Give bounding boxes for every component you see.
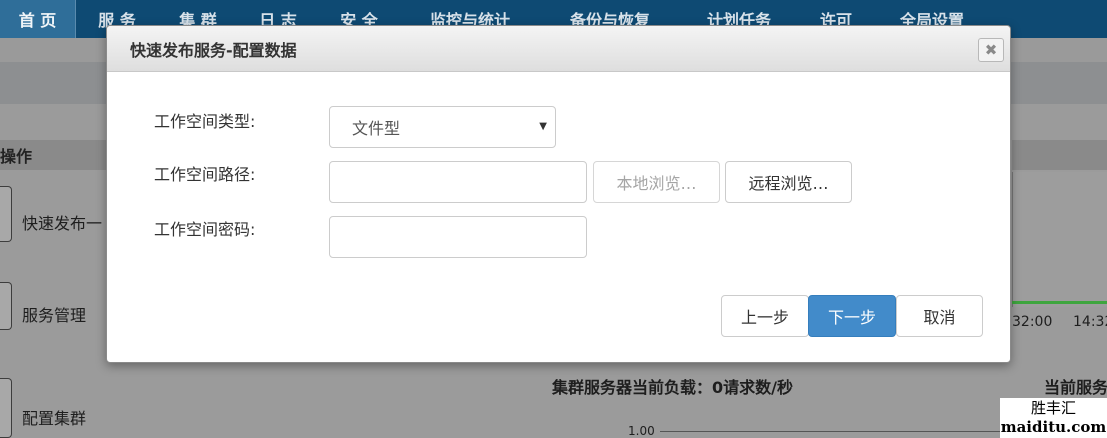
- operations-header: 操作: [0, 140, 106, 170]
- chart-tick-label: 32:00: [1012, 314, 1053, 330]
- remote-browse-button[interactable]: 远程浏览…: [725, 161, 852, 203]
- prev-step-button[interactable]: 上一步: [721, 295, 809, 337]
- close-button[interactable]: ✖: [978, 38, 1004, 62]
- watermark-text: 胜丰汇: [1030, 399, 1076, 417]
- workspace-password-input[interactable]: [329, 216, 587, 258]
- service-management-icon[interactable]: [0, 282, 12, 330]
- local-browse-button[interactable]: 本地浏览…: [593, 161, 720, 203]
- quick-publish-dialog: 快速发布服务-配置数据 ✖ 工作空间类型: 文件型 ▼ 工作空间路径: 本地浏览…: [106, 25, 1011, 363]
- workspace-type-select[interactable]: 文件型 ▼: [329, 106, 556, 148]
- request-chart: [1012, 172, 1107, 307]
- workspace-path-label: 工作空间路径:: [154, 165, 256, 184]
- right-panel-header: [1012, 140, 1107, 170]
- chart-axis-label: 1.00: [628, 424, 655, 438]
- sidebar-item-service-management[interactable]: 服务管理: [22, 302, 86, 326]
- chart-axis-line: [660, 431, 1010, 432]
- quick-publish-icon[interactable]: [0, 186, 12, 242]
- close-icon: ✖: [984, 40, 998, 59]
- dialog-header: 快速发布服务-配置数据 ✖: [107, 26, 1010, 72]
- sidebar-item-quick-publish[interactable]: 快速发布一: [22, 210, 102, 234]
- next-step-button[interactable]: 下一步: [808, 295, 896, 337]
- workspace-type-label: 工作空间类型:: [154, 112, 256, 131]
- watermark: 胜丰汇 maiditu.com: [1000, 398, 1107, 438]
- watermark-url: maiditu.com: [1000, 418, 1107, 436]
- chart-series-line: [1012, 301, 1107, 304]
- configure-cluster-icon[interactable]: [0, 378, 12, 438]
- nav-item-home[interactable]: 首 页: [0, 0, 76, 38]
- chevron-down-icon: ▼: [539, 121, 547, 132]
- sidebar-item-configure-cluster[interactable]: 配置集群: [22, 405, 86, 429]
- chart-tick-label: 14:32: [1073, 314, 1107, 330]
- cluster-load-title: 集群服务器当前负载：0请求数/秒: [552, 378, 793, 397]
- workspace-type-value: 文件型: [352, 119, 401, 138]
- dialog-title: 快速发布服务-配置数据: [130, 40, 297, 60]
- workspace-path-input[interactable]: [329, 161, 587, 203]
- workspace-password-label: 工作空间密码:: [154, 220, 256, 239]
- current-service-title: 当前服务: [1044, 378, 1107, 397]
- cancel-button[interactable]: 取消: [896, 295, 983, 337]
